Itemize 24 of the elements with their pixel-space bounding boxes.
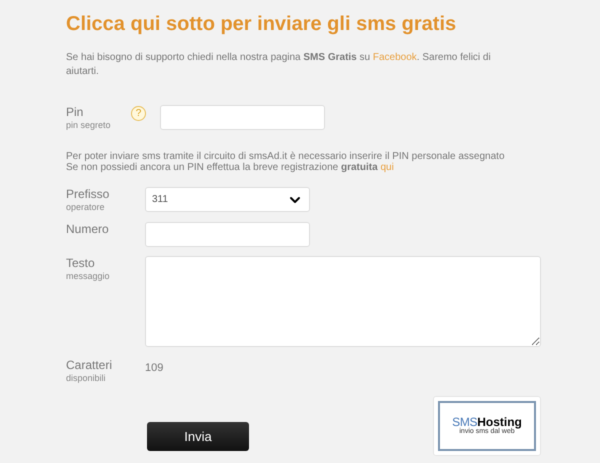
field-label: Numero bbox=[66, 222, 109, 236]
support-text: Se hai bisogno di supporto chiedi nella nostra pagina SMS Gratis su Facebook. Saremo felici di aiutarti. bbox=[66, 51, 492, 79]
number-field[interactable] bbox=[145, 222, 310, 246]
logo-brand: SMS bbox=[452, 416, 478, 428]
char-count: 109 bbox=[145, 360, 164, 376]
pin-field[interactable] bbox=[160, 105, 325, 130]
facebook-link[interactable]: Facebook bbox=[372, 52, 417, 63]
registration-note: Se non possiedi ancora un PIN effettua la breve registrazione gratuita qui bbox=[66, 162, 395, 174]
send-button[interactable]: Invia bbox=[147, 422, 249, 451]
pin-note: Per poter inviare sms tramite il circuito di smsAd.it è necessario inserire il PIN personale assegnato bbox=[66, 151, 506, 162]
field-sublabel: pin segreto bbox=[66, 120, 111, 132]
field-sublabel: messaggio bbox=[66, 270, 110, 282]
prefix-select[interactable]: 311 bbox=[145, 187, 310, 212]
message-field[interactable] bbox=[145, 256, 541, 346]
register-link[interactable]: qui bbox=[380, 162, 394, 174]
logo-brand-bold: Hosting bbox=[477, 416, 522, 428]
help-icon[interactable]: ? bbox=[131, 106, 146, 121]
field-sublabel: operatore bbox=[66, 202, 105, 214]
field-label: Pin bbox=[66, 105, 84, 120]
field-label: Testo bbox=[66, 256, 95, 270]
field-sublabel: disponibili bbox=[66, 372, 106, 384]
field-label: Prefisso bbox=[66, 187, 110, 202]
field-label: Caratteri bbox=[66, 358, 112, 372]
page-title: Clicca qui sotto per inviare gli sms gratis bbox=[66, 12, 458, 37]
